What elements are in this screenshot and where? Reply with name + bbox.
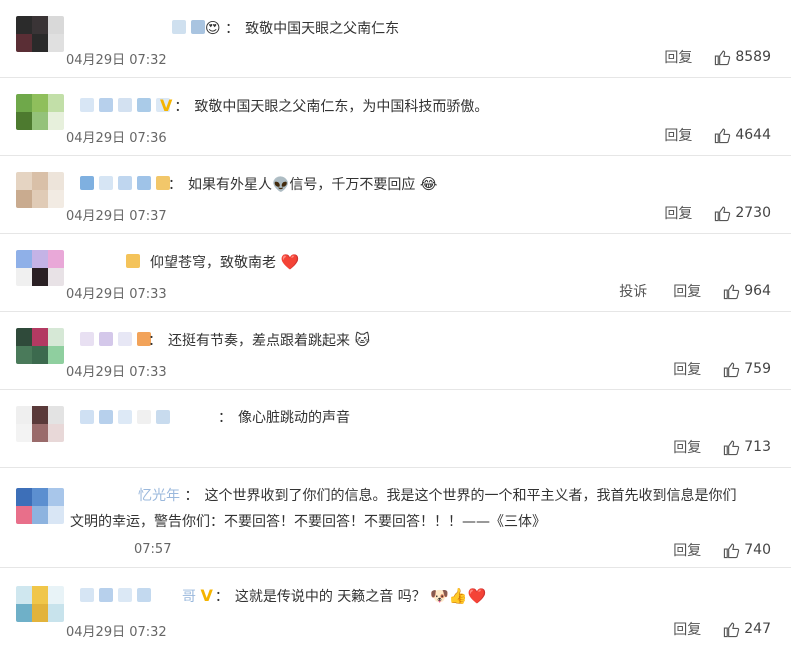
username-blurred[interactable] [126, 252, 140, 270]
like-count: 8589 [735, 49, 771, 65]
thumbs-up-icon [724, 622, 740, 637]
reply-button[interactable]: 回复 [673, 619, 701, 639]
comment-actions: 回复 740 [673, 540, 771, 560]
reply-button[interactable]: 回复 [673, 359, 701, 379]
comment-text-row: ：像心脏跳动的声音 [218, 410, 350, 426]
like-count: 759 [744, 361, 771, 377]
thumbs-up-icon [724, 440, 740, 455]
reply-button[interactable]: 回复 [673, 281, 701, 301]
like-button[interactable]: 2730 [714, 205, 771, 222]
username-blurred[interactable] [80, 174, 170, 192]
username-partial[interactable]: 忆光年 [138, 488, 180, 504]
comment-text-row: 仰望苍穹，致敬南老 ❤️ [150, 250, 299, 275]
comment-emoji: 😍 [205, 19, 221, 37]
comment-text: 致敬中国天眼之父南仁东 [245, 21, 400, 37]
comment-text-row: ：还挺有节奏，差点跟着跳起来 🐱 [148, 331, 371, 349]
like-button[interactable]: 759 [723, 361, 771, 378]
comment-text-row: 哥 V：这就是传说中的 天籁之音 吗？ 🐶👍❤️ [182, 586, 487, 605]
comment-time: 04月29日 07:37 [66, 209, 167, 224]
comment-text: 还挺有节奏，差点跟着跳起来 [168, 333, 350, 349]
comment-item: ：还挺有节奏，差点跟着跳起来 🐱 04月29日 07:33 回复 759 [0, 312, 791, 390]
comment-actions: 投诉 回复 964 [619, 281, 771, 301]
comment-actions: 回复 713 [673, 437, 771, 457]
comment-actions: 回复 759 [673, 359, 771, 379]
like-button[interactable]: 964 [723, 283, 771, 300]
thumbs-up-icon [724, 543, 740, 558]
doge-emoji-icon: 🐱 [354, 331, 371, 349]
avatar[interactable] [16, 406, 64, 442]
comment-time: 04月29日 07:32 [66, 53, 167, 68]
heart-icon: ❤️ [280, 253, 300, 271]
reply-button[interactable]: 回复 [673, 437, 701, 457]
comment-text-row: 忆光年 ：这个世界收到了你们的信息。我是这个世界的一个和平主义者，我首先收到信息… [138, 488, 737, 504]
like-count: 740 [744, 542, 771, 558]
comment-text: 像心脏跳动的声音 [238, 410, 350, 426]
comment-item: ：如果有外星人👽信号，千万不要回应 😂 04月29日 07:37 回复 2730 [0, 156, 791, 234]
thumbs-up-icon [715, 128, 731, 143]
username-blurred[interactable] [80, 408, 170, 426]
comment-item: 哥 V：这就是传说中的 天籁之音 吗？ 🐶👍❤️ 04月29日 07:32 回复… [0, 568, 791, 646]
avatar[interactable] [16, 488, 64, 524]
comment-time: 07:57 [134, 542, 172, 557]
avatar[interactable] [16, 586, 64, 622]
comment-text: 这个世界收到了你们的信息。我是这个世界的一个和平主义者，我首先收到信息是你们 [204, 488, 737, 504]
thumbs-up-icon [724, 362, 740, 377]
comment-time: 04月29日 07:32 [66, 625, 167, 640]
v-badge-icon: V [200, 586, 213, 605]
reply-button[interactable]: 回复 [664, 203, 692, 223]
comment-actions: 回复 8589 [664, 47, 771, 67]
like-count: 713 [744, 439, 771, 455]
thumbs-up-icon [715, 50, 731, 65]
like-button[interactable]: 4644 [714, 127, 771, 144]
comment-text: 仰望苍穹，致敬南老 [150, 255, 276, 271]
like-count: 247 [744, 621, 771, 637]
avatar[interactable] [16, 172, 64, 208]
comment-item: 忆光年 ：这个世界收到了你们的信息。我是这个世界的一个和平主义者，我首先收到信息… [0, 468, 791, 568]
comment-text: 如果有外星人👽信号，千万不要回应 [188, 177, 416, 193]
comment-text-row: ：如果有外星人👽信号，千万不要回应 😂 [168, 175, 438, 193]
comment-item: 😍 ：致敬中国天眼之父南仁东 04月29日 07:32 回复 8589 [0, 0, 791, 78]
comment-text-row: V：致敬中国天眼之父南仁东，为中国科技而骄傲。 [160, 96, 489, 115]
comment-text-row-2: 文明的幸运，警告你们：不要回答！不要回答！不要回答！！！——《三体》 [70, 510, 546, 534]
report-button[interactable]: 投诉 [619, 281, 647, 301]
comment-time: 04月29日 07:33 [66, 287, 167, 302]
avatar[interactable] [16, 16, 64, 52]
like-count: 4644 [735, 127, 771, 143]
like-count: 2730 [735, 205, 771, 221]
like-count: 964 [744, 283, 771, 299]
v-badge-icon: V [160, 96, 173, 115]
comment-actions: 回复 247 [673, 619, 771, 639]
comment-text: 文明的幸运，警告你们：不要回答！不要回答！不要回答！！！——《三体》 [70, 514, 546, 530]
comment-time: 04月29日 07:33 [66, 365, 167, 380]
username-partial[interactable]: 哥 [182, 589, 196, 605]
username-blurred[interactable] [80, 96, 170, 114]
reply-button[interactable]: 回复 [664, 47, 692, 67]
like-button[interactable]: 247 [723, 621, 771, 638]
comment-text-row: 😍 ：致敬中国天眼之父南仁东 [205, 19, 400, 37]
username-blurred[interactable] [80, 586, 151, 604]
username-blurred[interactable] [80, 330, 151, 348]
avatar[interactable] [16, 250, 64, 286]
laughing-emoji-icon: 😂 [419, 175, 438, 193]
like-button[interactable]: 713 [723, 439, 771, 456]
comment-item: V：致敬中国天眼之父南仁东，为中国科技而骄傲。 04月29日 07:36 回复 … [0, 78, 791, 156]
like-button[interactable]: 740 [723, 542, 771, 559]
comment-item: ：像心脏跳动的声音 回复 713 [0, 390, 791, 468]
avatar[interactable] [16, 94, 64, 130]
comment-text: 致敬中国天眼之父南仁东，为中国科技而骄傲。 [194, 99, 489, 115]
comment-text: 这就是传说中的 天籁之音 吗？ [234, 589, 426, 605]
comment-actions: 回复 2730 [664, 203, 771, 223]
comment-item: 仰望苍穹，致敬南老 ❤️ 04月29日 07:33 投诉 回复 964 [0, 234, 791, 312]
reply-button[interactable]: 回复 [664, 125, 692, 145]
like-button[interactable]: 8589 [714, 49, 771, 66]
thumbs-up-icon [715, 206, 731, 221]
comment-actions: 回复 4644 [664, 125, 771, 145]
username-blurred[interactable] [172, 18, 205, 36]
comment-time: 04月29日 07:36 [66, 131, 167, 146]
thumbs-up-icon [724, 284, 740, 299]
comment-list: 😍 ：致敬中国天眼之父南仁东 04月29日 07:32 回复 8589 V：致敬… [0, 0, 791, 644]
dog-thumbs-heart-emoji-icon: 🐶👍❤️ [430, 587, 487, 605]
avatar[interactable] [16, 328, 64, 364]
reply-button[interactable]: 回复 [673, 540, 701, 560]
